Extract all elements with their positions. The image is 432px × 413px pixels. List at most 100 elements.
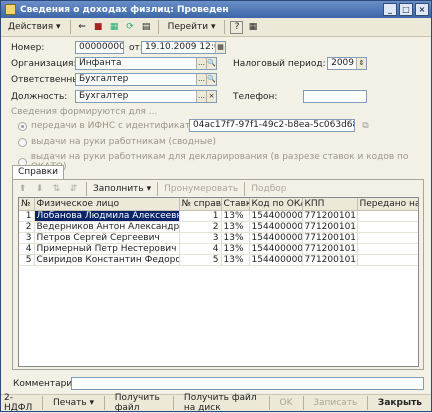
column-header[interactable]: № [19,198,35,211]
move-up-icon[interactable]: ⬆ [16,183,29,196]
resp-value: Бухгалтер [79,74,129,84]
kpp-cell[interactable]: 771200101 [302,210,358,222]
row-number: 4 [19,243,35,255]
position-select-button[interactable]: … [196,91,206,102]
phone-label: Телефон: [233,92,278,102]
transferred-cell[interactable] [357,254,418,266]
close-button[interactable]: Закрыть [375,398,425,408]
kpp-cell[interactable]: 771200101 [302,221,358,233]
sort-asc-icon[interactable]: ⇅ [50,183,63,196]
date-field[interactable]: 19.10.2009 12:00:00 ▦ [141,41,226,54]
unpost-icon[interactable]: ▦ [108,21,121,34]
grid-toolbar: ⬆ ⬇ ⇅ ⇵ Заполнить ▾ Пронумеровать Подбор [16,182,287,196]
tax-period-value: 2009 [331,58,354,68]
column-header[interactable]: Физическое лицо [34,198,180,211]
column-header[interactable]: Передано на ... [357,198,418,211]
print-button[interactable]: Печать ▾ [50,398,97,408]
number-field[interactable]: 00000000001 [75,41,124,54]
table-header-row: № Физическое лицо № справки Ставка Код п… [19,198,418,211]
move-down-icon[interactable]: ⬇ [33,183,46,196]
certificate-number-cell[interactable]: 5 [179,254,222,266]
certificate-number-cell[interactable]: 2 [179,221,222,233]
close-icon[interactable]: × [415,3,429,16]
tax-period-spin-icon[interactable]: ⇕ [356,58,366,69]
org-select-button[interactable]: … [196,58,206,69]
position-field[interactable]: Бухгалтер … × [75,90,217,103]
certificate-number-cell[interactable]: 3 [179,232,222,244]
rate-cell[interactable]: 13% [221,232,250,244]
resp-search-icon[interactable]: 🔍 [206,74,216,85]
tax-period-field[interactable]: 2009 ⇕ [327,57,367,70]
phone-field[interactable] [303,90,367,103]
kpp-cell[interactable]: 771200101 [302,232,358,244]
column-header[interactable]: Код по ОКАТО [249,198,303,211]
rate-cell[interactable]: 13% [221,254,250,266]
resp-field[interactable]: Бухгалтер … 🔍 [75,73,217,86]
copy-icon[interactable]: ⧉ [359,119,372,132]
person-cell[interactable]: Примерный Петр Нестерович [34,243,180,255]
person-cell[interactable]: Лобанова Людмила Алексеевна [34,210,180,222]
get-file-disk-button[interactable]: Получить файл на диск [181,393,262,413]
table-row[interactable]: 4 Примерный Петр Нестерович 4 13% 154400… [19,243,418,255]
okato-cell[interactable]: 15440000001 [249,243,303,255]
rate-cell[interactable]: 13% [221,243,250,255]
select-button[interactable]: Подбор [251,184,286,194]
get-file-button[interactable]: Получить файл [112,393,167,413]
position-label: Должность: [11,92,68,102]
transferred-cell[interactable] [357,243,418,255]
column-header[interactable]: Ставка [221,198,250,211]
person-cell[interactable]: Ведерников Антон Александрович [34,221,180,233]
tab-income-certificates[interactable]: Справки о доходах [12,165,64,203]
org-field[interactable]: Инфанта … 🔍 [75,57,217,70]
person-cell[interactable]: Свиридов Константин Федорович [34,254,180,266]
org-search-icon[interactable]: 🔍 [206,58,216,69]
okato-cell[interactable]: 15440000001 [249,210,303,222]
calendar-icon[interactable]: ▦ [215,42,225,53]
table-row[interactable]: 1 Лобанова Людмила Алексеевна 1 13% 1544… [19,210,418,222]
position-clear-icon[interactable]: × [206,91,216,102]
goto-menu-button[interactable]: Перейти ▾ [164,20,220,35]
transferred-cell[interactable] [357,221,418,233]
table-row[interactable]: 5 Свиридов Константин Федорович 5 13% 15… [19,254,418,266]
certificate-number-cell[interactable]: 4 [179,243,222,255]
file-id-field[interactable]: 04ac17f7-97f1-49c2-b8ea-5c063d6838ed [189,119,355,132]
minimize-icon[interactable]: _ [383,3,397,16]
okato-cell[interactable]: 15440000001 [249,221,303,233]
kpp-cell[interactable]: 771200101 [302,243,358,255]
save-button[interactable]: Записать [310,398,360,408]
back-arrow-icon[interactable]: ⇐ [76,21,89,34]
row-number: 3 [19,232,35,244]
table-row[interactable]: 3 Петров Сергей Сергеевич 3 13% 15440000… [19,232,418,244]
org-value: Инфанта [79,58,122,68]
ok-button[interactable]: OK [277,398,296,408]
help-icon[interactable]: ? [230,20,244,34]
renumber-button[interactable]: Пронумеровать [164,184,238,194]
comment-field[interactable] [71,377,424,390]
radio-option-declaring[interactable]: выдачи на руки работникам для деклариров… [18,152,431,172]
okato-cell[interactable]: 15440000001 [249,232,303,244]
attach-icon[interactable]: ▤ [140,21,153,34]
radio-option-summary[interactable]: выдачи на руки работникам (сводные) [18,137,216,147]
actions-menu-button[interactable]: Действия ▾ [4,20,65,35]
refresh-icon[interactable]: ⟳ [124,21,137,34]
column-header[interactable]: № справки [179,198,222,211]
rate-cell[interactable]: 13% [221,221,250,233]
sort-desc-icon[interactable]: ⇵ [67,183,80,196]
print-grid-icon[interactable]: ▦ [246,21,259,34]
transferred-cell[interactable] [357,210,418,222]
certificate-number-cell[interactable]: 1 [179,210,222,222]
ndfl-button[interactable]: 2-НДФЛ [1,393,35,413]
transferred-cell[interactable] [357,232,418,244]
post-icon[interactable]: ■ [92,21,105,34]
column-header[interactable]: КПП [302,198,358,211]
okato-cell[interactable]: 15440000001 [249,254,303,266]
table-row[interactable]: 2 Ведерников Антон Александрович 2 13% 1… [19,221,418,233]
kpp-cell[interactable]: 771200101 [302,254,358,266]
rate-cell[interactable]: 13% [221,210,250,222]
fill-button[interactable]: Заполнить ▾ [93,184,151,194]
person-cell[interactable]: Петров Сергей Сергеевич [34,232,180,244]
row-number: 1 [19,210,35,222]
row-number: 5 [19,254,35,266]
resp-select-button[interactable]: … [196,74,206,85]
maximize-icon[interactable]: □ [399,3,413,16]
